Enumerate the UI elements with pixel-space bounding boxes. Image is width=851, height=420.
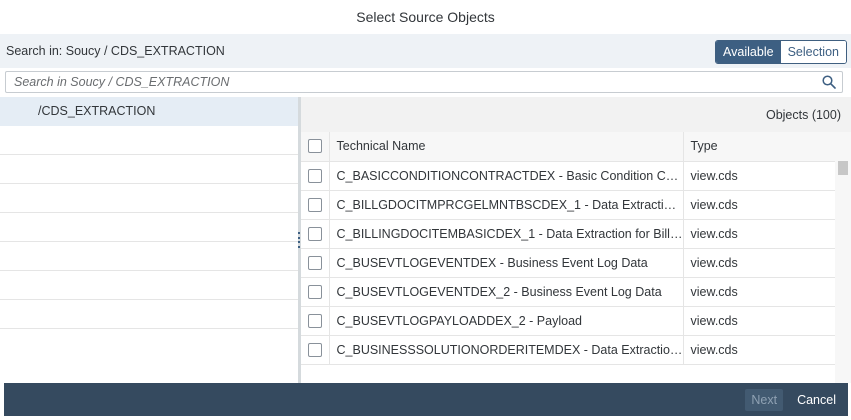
row-type: view.cds [683,190,835,220]
view-toggle: Available Selection [715,40,847,64]
row-checkbox[interactable] [308,284,322,299]
select-all-checkbox[interactable] [308,139,322,154]
tree-row-empty [0,242,298,271]
search-context-label: Search in: Soucy / CDS_EXTRACTION [6,44,225,58]
tree-row-empty [0,213,298,242]
table-row[interactable]: C_BASICCONDITIONCONTRACTDEX - Basic Cond… [301,161,835,191]
table-header-row: Technical Name Type [301,132,835,162]
row-technical-name: C_BUSEVTLOGPAYLOADDEX_2 - Payload [329,306,684,336]
row-technical-name: C_BUSEVTLOGEVENTDEX_2 - Business Event L… [329,277,684,307]
row-checkbox[interactable] [308,313,322,328]
row-checkbox-cell [301,248,330,278]
dialog-title: Select Source Objects [356,9,495,25]
search-context-bar: Search in: Soucy / CDS_EXTRACTION Availa… [0,34,851,68]
column-header-type[interactable]: Type [683,132,835,162]
row-checkbox-cell [301,335,330,365]
table-row[interactable]: C_BILLGDOCITMPRCGELMNTBSCDEX_1 - Data Ex… [301,190,835,220]
table-row[interactable]: C_BUSEVTLOGPAYLOADDEX_2 - Payload view.c… [301,306,835,336]
row-technical-name: C_BUSINESSSOLUTIONORDERITEMDEX - Data Ex… [329,335,684,365]
next-button[interactable]: Next [745,388,784,411]
row-type: view.cds [683,277,835,307]
row-checkbox[interactable] [308,255,322,270]
row-checkbox[interactable] [308,342,322,357]
row-type: view.cds [683,161,835,191]
objects-table: Technical Name Type C_BASICCONDITIONCONT… [301,132,835,365]
tree-item-cds-extraction[interactable]: /CDS_EXTRACTION [0,97,298,126]
table-row[interactable]: C_BUSEVTLOGEVENTDEX - Business Event Log… [301,248,835,278]
row-checkbox[interactable] [308,168,322,183]
table-row[interactable]: C_BUSINESSSOLUTIONORDERITEMDEX - Data Ex… [301,335,835,365]
row-checkbox-cell [301,219,330,249]
dialog-footer: Next Cancel [4,383,848,416]
available-toggle-button[interactable]: Available [716,41,781,63]
tree-row-empty [0,126,298,155]
objects-count: Objects (100) [765,107,841,122]
tree-item-label: /CDS_EXTRACTION [38,104,156,118]
tree-row-empty [0,155,298,184]
search-icon[interactable] [816,72,842,92]
column-header-technical-name[interactable]: Technical Name [329,132,684,162]
objects-panel: Objects (100) Technical Name Type C_BASI… [301,97,851,383]
scrollbar-thumb[interactable] [838,161,848,175]
select-all-cell [301,132,330,162]
search-input[interactable] [6,72,816,92]
row-checkbox-cell [301,277,330,307]
row-checkbox-cell [301,190,330,220]
row-checkbox-cell [301,161,330,191]
table-row[interactable]: C_BILLINGDOCITEMBASICDEX_1 - Data Extrac… [301,219,835,249]
row-technical-name: C_BASICCONDITIONCONTRACTDEX - Basic Cond… [329,161,684,191]
row-type: view.cds [683,248,835,278]
table-scrollbar[interactable] [835,132,851,383]
row-technical-name: C_BUSEVTLOGEVENTDEX - Business Event Log… [329,248,684,278]
row-technical-name: C_BILLINGDOCITEMBASICDEX_1 - Data Extrac… [329,219,684,249]
row-type: view.cds [683,335,835,365]
row-technical-name: C_BILLGDOCITMPRCGELMNTBSCDEX_1 - Data Ex… [329,190,684,220]
table-row[interactable]: C_BUSEVTLOGEVENTDEX_2 - Business Event L… [301,277,835,307]
tree-row-empty [0,184,298,213]
search-bar [5,71,843,93]
folder-tree: /CDS_EXTRACTION [0,97,298,383]
tree-row-empty [0,271,298,300]
row-checkbox[interactable] [308,226,322,241]
cancel-button[interactable]: Cancel [791,389,842,411]
selection-toggle-button[interactable]: Selection [780,41,846,63]
objects-count-bar: Objects (100) [301,97,851,132]
row-type: view.cds [683,219,835,249]
tree-row-empty [0,300,298,329]
row-checkbox-cell [301,306,330,336]
row-type: view.cds [683,306,835,336]
row-checkbox[interactable] [308,197,322,212]
